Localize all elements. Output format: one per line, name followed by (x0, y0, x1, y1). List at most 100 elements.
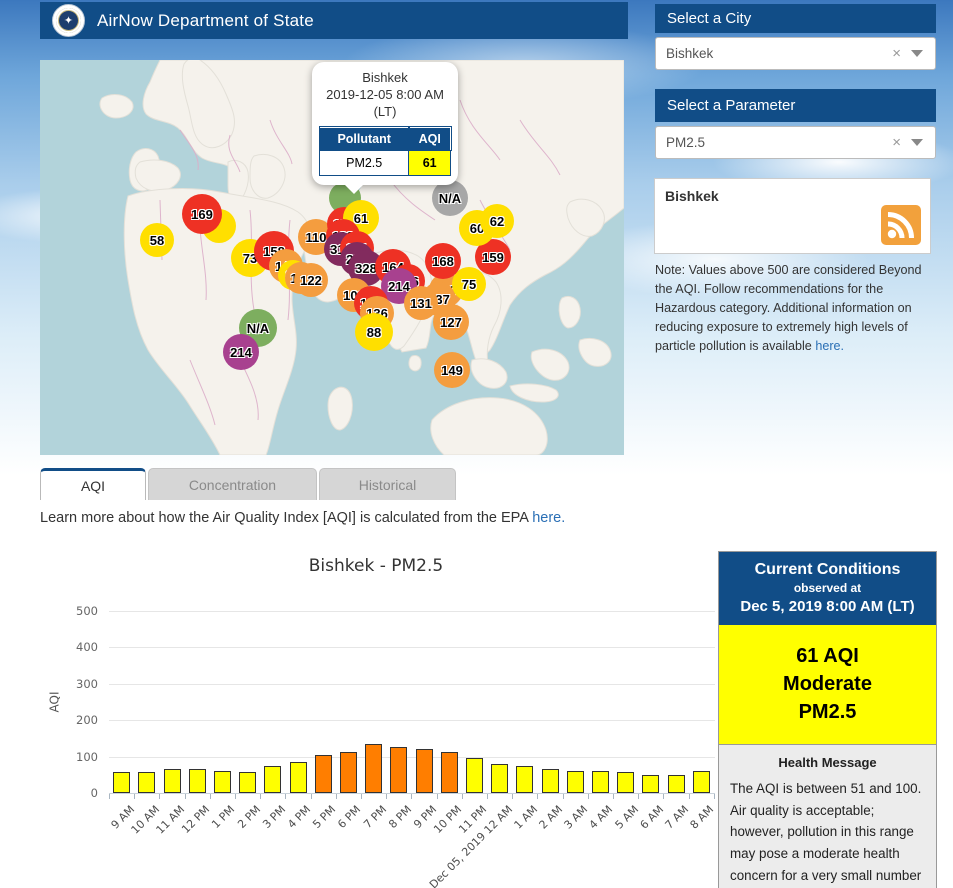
chart-bar[interactable] (264, 766, 282, 793)
rss-box: Bishkek (654, 178, 931, 254)
department-of-state-seal-logo: ✦ (52, 4, 85, 37)
chart-bar[interactable] (415, 749, 433, 793)
chart-bar[interactable] (516, 766, 534, 793)
x-tick-mark (159, 794, 161, 799)
map-marker[interactable]: 58 (140, 223, 174, 257)
x-tick-mark (512, 794, 514, 799)
observed-at-label: observed at (793, 581, 862, 595)
note-text: Note: Values above 500 are considered Be… (655, 261, 940, 355)
chart-bar[interactable] (465, 758, 483, 793)
x-tick-mark (562, 794, 564, 799)
chart-bar[interactable] (491, 763, 509, 793)
rss-icon[interactable] (881, 205, 921, 245)
y-tick-label: 200 (76, 713, 98, 727)
health-message-box: Health Message The AQI is between 51 and… (719, 745, 936, 888)
tab-concentration[interactable]: Concentration (148, 468, 317, 500)
popup-pollutant-value: PM2.5 (318, 149, 410, 176)
observed-datetime: Dec 5, 2019 8:00 AM (LT) (740, 598, 915, 615)
x-tick-mark (461, 794, 463, 799)
learn-more-here-link[interactable]: here. (532, 510, 565, 526)
parameter-caret-down-icon[interactable] (911, 139, 923, 146)
parameter-select-value: PM2.5 (666, 135, 706, 150)
chart-bar[interactable] (213, 771, 231, 793)
x-tick-mark (613, 794, 614, 799)
map-marker[interactable]: N/A (432, 180, 468, 216)
aqi-pollutant: PM2.5 (798, 701, 857, 723)
chart-bar[interactable] (390, 746, 408, 793)
health-message-title: Health Message (778, 755, 877, 770)
y-tick-label: 400 (76, 640, 98, 654)
city-clear-icon[interactable]: × (882, 45, 911, 62)
chart-bar[interactable] (138, 771, 156, 793)
popup-city-datetime: Bishkek 2019-12-05 8:00 AM (LT) (319, 70, 451, 121)
chart-bar[interactable] (314, 755, 332, 793)
x-tick-mark (361, 794, 362, 799)
x-tick-mark (638, 794, 640, 799)
map-marker[interactable]: 122 (294, 263, 328, 297)
popup-city: Bishkek (362, 70, 408, 85)
map-marker[interactable]: 168 (425, 243, 461, 279)
popup-col-pollutant: Pollutant (318, 126, 410, 152)
chart-bar[interactable] (692, 770, 710, 793)
map-marker[interactable]: 149 (434, 352, 470, 388)
city-select[interactable]: Bishkek × (655, 37, 936, 70)
y-tick-label: 100 (76, 749, 98, 764)
map-marker[interactable]: 214 (223, 334, 259, 370)
aqi-category: Moderate (783, 673, 872, 695)
map-marker[interactable]: 169 (182, 194, 222, 234)
chart-bar[interactable] (591, 771, 609, 793)
gridline (109, 647, 715, 648)
chart-bar[interactable] (188, 769, 206, 793)
aqi-bar-chart: Bishkek - PM2.5 AQI 0 100 200 300 400 500 9 AM… (40, 545, 730, 888)
x-tick-mark (235, 794, 236, 799)
chart-title: Bishkek - PM2.5 (308, 556, 444, 576)
seal-eagle-icon: ✦ (56, 8, 81, 33)
page: ✦ AirNow Department of State 58 169 73 1… (0, 0, 953, 888)
x-tick-mark (310, 794, 312, 799)
chart-bar[interactable] (541, 769, 559, 793)
tab-aqi[interactable]: AQI (40, 468, 146, 500)
rss-city-title: Bishkek (665, 188, 719, 204)
map-marker[interactable]: 127 (433, 304, 469, 340)
chart-bar[interactable] (566, 771, 584, 793)
note-body: Note: Values above 500 are considered Be… (655, 263, 922, 353)
gridline (109, 683, 715, 685)
chart-bar[interactable] (617, 772, 635, 793)
map-marker[interactable]: 62 (480, 204, 514, 238)
chart-bar[interactable] (642, 775, 660, 793)
x-tick-mark (386, 794, 388, 799)
tab-historical[interactable]: Historical (319, 468, 456, 500)
learn-more-text: Learn more about how the Air Quality Ind… (40, 510, 565, 526)
y-tick-label: 300 (76, 676, 98, 691)
y-tick-label: 0 (90, 786, 98, 800)
chart-bar[interactable] (239, 772, 257, 793)
x-tick-mark (335, 794, 337, 799)
x-tick-mark (487, 794, 488, 799)
chart-bar[interactable] (440, 751, 458, 793)
chart-bar[interactable] (339, 751, 357, 793)
learn-more-body: Learn more about how the Air Quality Ind… (40, 510, 533, 526)
parameter-clear-icon[interactable]: × (882, 134, 911, 151)
x-tick-mark (134, 794, 136, 799)
chart-bar[interactable] (365, 744, 383, 793)
map-marker[interactable]: 131 (404, 286, 438, 320)
parameter-select[interactable]: PM2.5 × (655, 126, 936, 159)
chart-bar[interactable] (289, 761, 307, 793)
x-tick-mark (209, 794, 211, 799)
city-caret-down-icon[interactable] (911, 50, 923, 57)
chart-bar[interactable] (667, 775, 685, 793)
chart-bar[interactable] (163, 769, 181, 793)
select-city-header: Select a City (655, 4, 936, 33)
popup-col-aqi: AQI (407, 126, 452, 152)
app-title: AirNow Department of State (97, 10, 314, 30)
gridline (109, 756, 715, 758)
aqi-summary-box: 61 AQI Moderate PM2.5 (719, 625, 936, 745)
x-tick-mark (688, 794, 690, 799)
current-conditions-title: Current Conditions (754, 561, 901, 578)
chart-bar[interactable] (113, 772, 131, 793)
map[interactable]: 5816973158149811181221101526113231616128… (40, 60, 624, 455)
note-here-link[interactable]: here. (815, 339, 844, 353)
map-marker[interactable]: 88 (355, 313, 393, 351)
x-tick-mark (260, 794, 262, 799)
current-conditions-header: Current Conditions observed at Dec 5, 20… (719, 552, 936, 625)
